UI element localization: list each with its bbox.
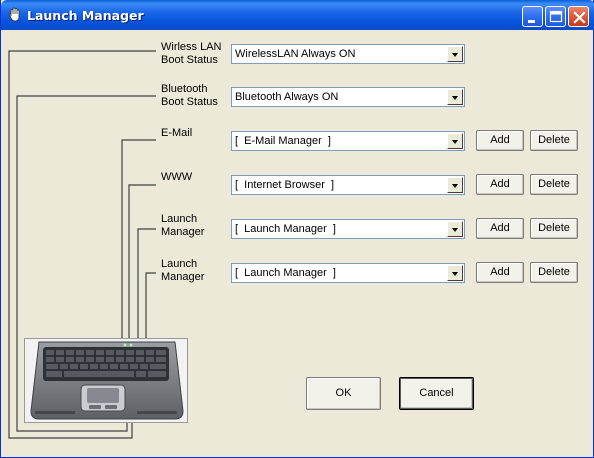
launch-manager-select-2[interactable]: [ Launch Manager ] [231, 263, 465, 283]
label-line: Launch [161, 258, 198, 270]
label-line: Boot Status [161, 54, 218, 66]
label-line: Wirless LAN [161, 41, 222, 53]
launch-manager-2-add-button[interactable]: Add [476, 262, 524, 283]
connector-line-launch-1 [137, 228, 156, 338]
dropdown-arrow-icon[interactable] [447, 133, 463, 149]
email-add-button[interactable]: Add [476, 130, 524, 151]
label-line: Launch [161, 213, 198, 225]
label-line: WWW [161, 171, 193, 183]
www-select[interactable]: [ Internet Browser ] [231, 175, 465, 195]
www-label: WWW [161, 171, 192, 184]
connector-line-www [128, 184, 156, 338]
label-line: Manager [161, 271, 205, 283]
bluetooth-status-select[interactable]: Bluetooth Always ON [231, 87, 465, 107]
launch-manager-select-1[interactable]: [ Launch Manager ] [231, 219, 465, 239]
launch-manager-label-1: Launch Manager [161, 213, 204, 239]
wireless-lan-status-select[interactable]: WirelessLAN Always ON [231, 44, 465, 64]
bluetooth-label: Bluetooth Boot Status [161, 83, 218, 109]
dropdown-arrow-icon[interactable] [447, 265, 463, 281]
label-line: Boot Status [161, 96, 218, 108]
select-value: [ Internet Browser ] [235, 179, 335, 191]
email-label: E-Mail [161, 127, 192, 140]
email-delete-button[interactable]: Delete [530, 130, 578, 151]
launch-manager-label-2: Launch Manager [161, 258, 204, 284]
connector-line-launch-2 [145, 272, 156, 338]
dropdown-arrow-icon[interactable] [447, 177, 463, 193]
www-add-button[interactable]: Add [476, 174, 524, 195]
dropdown-arrow-icon[interactable] [447, 89, 463, 105]
label-line: Manager [161, 226, 205, 238]
dropdown-arrow-icon[interactable] [447, 46, 463, 62]
select-value: [ Launch Manager ] [235, 223, 336, 235]
select-value: [ Launch Manager ] [235, 267, 336, 279]
wireless-lan-label: Wirless LAN Boot Status [161, 41, 222, 67]
laptop-image [24, 338, 188, 423]
cancel-button[interactable]: Cancel [399, 377, 474, 410]
launch-manager-1-add-button[interactable]: Add [476, 218, 524, 239]
connector-line-email [121, 139, 156, 338]
launch-manager-2-delete-button[interactable]: Delete [530, 262, 578, 283]
www-delete-button[interactable]: Delete [530, 174, 578, 195]
ok-button[interactable]: OK [306, 377, 381, 410]
laptop-illustration [25, 339, 187, 422]
select-value: Bluetooth Always ON [235, 91, 339, 103]
email-select[interactable]: [ E-Mail Manager ] [231, 131, 465, 151]
dropdown-arrow-icon[interactable] [447, 221, 463, 237]
launch-manager-1-delete-button[interactable]: Delete [530, 218, 578, 239]
launch-manager-window: Launch Manager Wirless LAN Boot Status W… [0, 0, 594, 458]
label-line: E-Mail [161, 127, 193, 139]
select-value: [ E-Mail Manager ] [235, 135, 331, 147]
label-line: Bluetooth [161, 83, 208, 95]
select-value: WirelessLAN Always ON [235, 48, 356, 60]
